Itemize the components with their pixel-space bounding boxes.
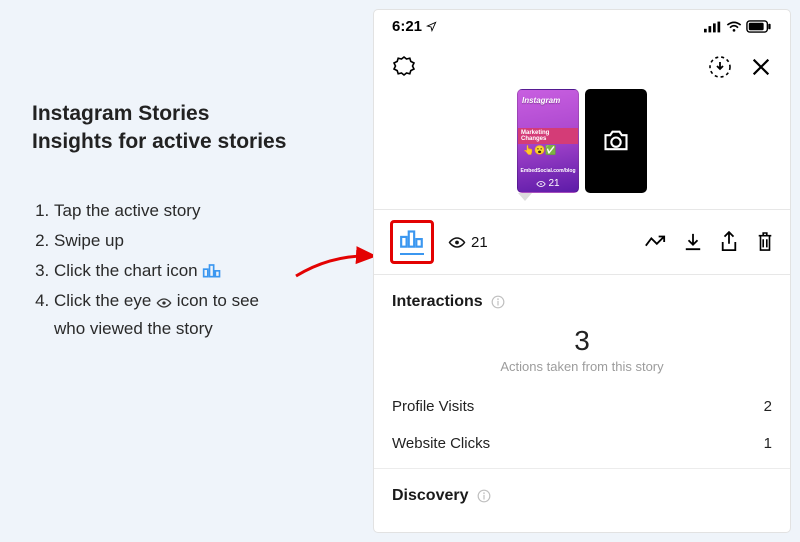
instruction-list: Tap the active story Swipe up Click the … bbox=[32, 197, 372, 343]
eye-icon bbox=[536, 180, 546, 188]
discovery-heading: Discovery bbox=[374, 469, 790, 509]
profile-visits-value: 2 bbox=[764, 398, 772, 415]
step-3: Click the chart icon bbox=[54, 257, 372, 285]
camera-icon bbox=[602, 129, 630, 153]
add-story-thumbnail[interactable] bbox=[585, 89, 647, 193]
chart-icon bbox=[399, 227, 425, 249]
save-download-icon[interactable] bbox=[708, 55, 732, 79]
website-clicks-label: Website Clicks bbox=[392, 435, 490, 452]
location-arrow-icon bbox=[426, 21, 437, 32]
interactions-heading: Interactions bbox=[374, 275, 790, 315]
step-2: Swipe up bbox=[54, 227, 372, 255]
story-thumbnails: Instagram Marketing Changes 👆😮✅ EmbedSoc… bbox=[374, 89, 790, 193]
heading-line-1: Instagram Stories bbox=[32, 102, 209, 125]
step-1: Tap the active story bbox=[54, 197, 372, 225]
viewers-tab[interactable]: 21 bbox=[448, 234, 488, 251]
promote-icon[interactable] bbox=[644, 234, 666, 250]
eye-icon bbox=[156, 297, 172, 309]
battery-icon bbox=[746, 20, 772, 33]
status-bar: 6:21 bbox=[374, 10, 790, 39]
profile-visits-label: Profile Visits bbox=[392, 398, 474, 415]
selected-pointer bbox=[518, 193, 532, 201]
status-time: 6:21 bbox=[392, 18, 437, 35]
phone-frame: 6:21 Instagram Marketing Changes 👆😮✅ Emb… bbox=[373, 9, 791, 533]
website-clicks-value: 1 bbox=[764, 435, 772, 452]
close-icon[interactable] bbox=[750, 56, 772, 78]
download-icon[interactable] bbox=[684, 232, 702, 252]
profile-visits-row: Profile Visits 2 bbox=[374, 388, 790, 425]
share-icon[interactable] bbox=[720, 231, 738, 253]
insights-toolbar: 21 bbox=[374, 209, 790, 275]
website-clicks-row: Website Clicks 1 bbox=[374, 425, 790, 462]
settings-gear-icon[interactable] bbox=[392, 55, 416, 79]
heading-line-2: Insights for active stories bbox=[32, 130, 286, 153]
chart-icon bbox=[202, 261, 222, 279]
trash-icon[interactable] bbox=[756, 231, 774, 253]
info-icon[interactable] bbox=[491, 295, 505, 309]
page-title: Instagram Stories Insights for active st… bbox=[32, 100, 372, 157]
interactions-subtitle: Actions taken from this story bbox=[374, 359, 790, 374]
story-thumbnail-active[interactable]: Instagram Marketing Changes 👆😮✅ EmbedSoc… bbox=[517, 89, 579, 193]
wifi-icon bbox=[726, 21, 742, 33]
signal-icon bbox=[704, 21, 722, 33]
interactions-count: 3 bbox=[374, 325, 790, 357]
chart-tab[interactable] bbox=[390, 220, 434, 264]
step-4: Click the eye icon to see who viewed the… bbox=[54, 287, 372, 343]
eye-icon bbox=[448, 236, 466, 249]
info-icon[interactable] bbox=[477, 489, 491, 503]
